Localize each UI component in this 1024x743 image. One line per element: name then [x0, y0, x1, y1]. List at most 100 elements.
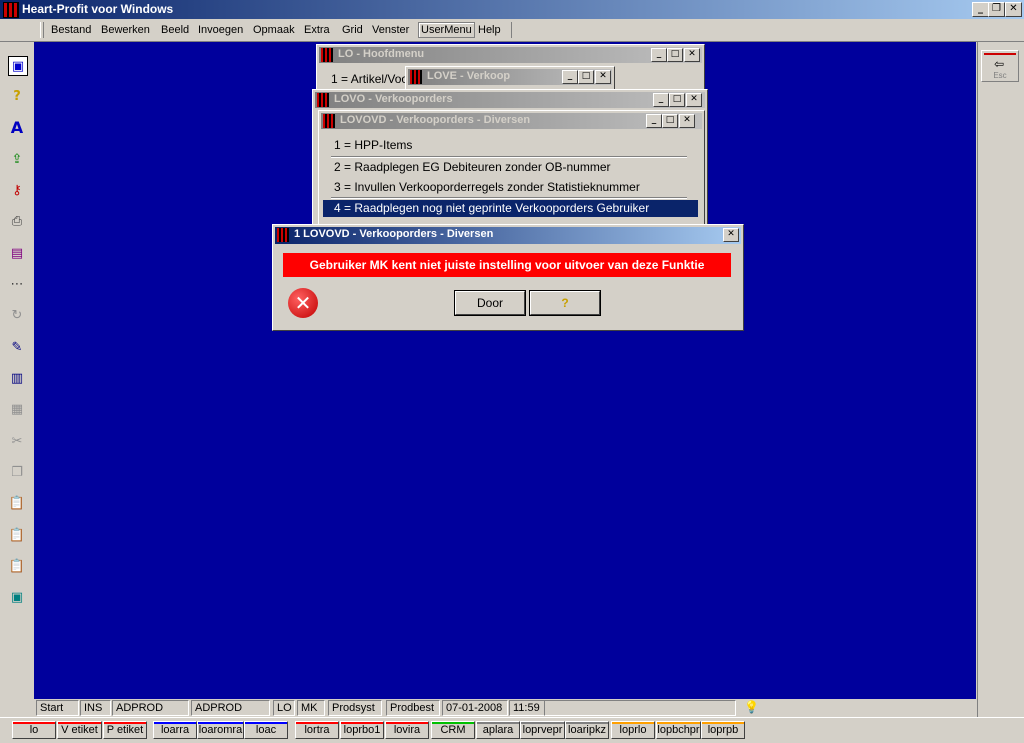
minimize-button[interactable]: _	[972, 2, 989, 17]
window-diversen[interactable]: LOVOVD - Verkooporders - Diversen _ □ ✕ …	[318, 110, 705, 228]
diversen-close-button[interactable]: ✕	[679, 114, 695, 128]
task-color-bar	[612, 722, 654, 724]
menu-invoegen[interactable]: Invoegen	[198, 24, 243, 36]
diversen-item-4[interactable]: 4 = Raadplegen nog niet geprinte Verkoop…	[334, 201, 649, 215]
task-color-bar	[386, 722, 428, 724]
task-lopbchpr[interactable]: lopbchpr	[656, 721, 701, 739]
cut-icon[interactable]: ✂	[8, 432, 26, 450]
hoofdmenu-item-1[interactable]: 1 = Artikel/Voo	[331, 72, 408, 86]
error-dialog-icon	[277, 228, 289, 242]
menu-grid[interactable]: Grid	[342, 24, 363, 36]
menu-bar: Bestand Bewerken Beeld Invoegen Opmaak E…	[0, 19, 1024, 42]
menu-venster[interactable]: Venster	[372, 24, 409, 36]
task-loprbo1[interactable]: loprbo1	[340, 721, 384, 739]
task-color-bar	[245, 722, 287, 724]
diversen-separator	[331, 197, 687, 199]
task-loprvepr[interactable]: loprvepr	[520, 721, 565, 739]
menu-opmaak[interactable]: Opmaak	[253, 24, 295, 36]
verkoop-maximize-button[interactable]: □	[578, 70, 594, 84]
task-bar: lo V etiket P etiket loarra loaromra loa…	[0, 717, 1024, 743]
font-icon[interactable]: A	[8, 118, 26, 137]
verkooporders-minimize-button[interactable]: _	[653, 93, 669, 107]
menu-end-separator	[511, 22, 512, 38]
task-color-bar	[13, 722, 55, 724]
diversen-window-icon	[323, 114, 335, 128]
window-icon[interactable]: ▣	[8, 56, 28, 76]
diversen-item-1[interactable]: 1 = HPP-Items	[334, 138, 412, 152]
hoofdmenu-window-icon	[321, 48, 333, 62]
task-loprpb[interactable]: loprpb	[701, 721, 745, 739]
menu-extra[interactable]: Extra	[304, 24, 330, 36]
paste-link-icon[interactable]: 📋	[8, 557, 26, 575]
task-lovira[interactable]: lovira	[385, 721, 429, 739]
form-icon[interactable]: ▤	[8, 244, 26, 262]
status-user: MK	[297, 700, 325, 716]
task-color-bar	[58, 722, 101, 724]
key-icon[interactable]: ⚷	[8, 181, 26, 199]
task-color-bar	[341, 722, 383, 724]
task-loprlo[interactable]: loprlo	[611, 721, 655, 739]
chart-icon[interactable]: ▥	[8, 369, 26, 387]
task-loaripkz[interactable]: loaripkz	[565, 721, 609, 739]
hoofdmenu-title: LO - Hoofdmenu	[338, 48, 425, 60]
task-v-etiket[interactable]: V etiket	[57, 721, 102, 739]
lightbulb-icon: 💡	[744, 700, 759, 714]
task-color-bar	[521, 722, 564, 724]
print-icon[interactable]: ⎙	[8, 212, 26, 230]
error-dialog-title-bar: 1 LOVOVD - Verkooporders - Diversen ✕	[275, 227, 741, 244]
task-p-etiket[interactable]: P etiket	[103, 721, 147, 739]
error-icon: ✕	[288, 288, 318, 318]
task-crm[interactable]: CRM	[431, 721, 475, 739]
menu-usermenu[interactable]: UserMenu	[418, 22, 475, 38]
screen-icon[interactable]: ▣	[8, 588, 26, 606]
diversen-maximize-button[interactable]: □	[662, 114, 678, 128]
verkooporders-title: LOVO - Verkooporders	[334, 93, 453, 105]
diversen-item-3[interactable]: 3 = Invullen Verkooporderregels zonder S…	[334, 180, 640, 194]
error-dialog[interactable]: 1 LOVOVD - Verkooporders - Diversen ✕ Ge…	[272, 224, 744, 331]
error-dialog-close-button[interactable]: ✕	[723, 228, 739, 242]
back-arrow-icon: ⇦	[994, 57, 1005, 71]
paste-special-icon[interactable]: 📋	[8, 526, 26, 544]
status-adprod-1: ADPROD	[112, 700, 189, 716]
esc-bar	[984, 53, 1016, 55]
restore-button[interactable]: ❐	[988, 2, 1005, 17]
task-loac[interactable]: loac	[244, 721, 288, 739]
close-button[interactable]: ✕	[1005, 2, 1022, 17]
task-loarra[interactable]: loarra	[153, 721, 197, 739]
app-title: Heart-Profit voor Windows	[22, 2, 174, 16]
task-lo[interactable]: lo	[12, 721, 56, 739]
copy-icon[interactable]: ❐	[8, 463, 26, 481]
left-toolbar: ▣ ? A ⇪ ⚷ ⎙ ▤ ⋯ ↻ ✎ ▥ ▦ ✂ ❐ 📋 📋 📋 ▣	[0, 42, 34, 717]
help-icon[interactable]: ?	[8, 87, 26, 105]
paste-icon[interactable]: 📋	[8, 494, 26, 512]
task-loaromra[interactable]: loaromra	[197, 721, 244, 739]
hoofdmenu-minimize-button[interactable]: _	[651, 48, 667, 62]
verkoop-minimize-button[interactable]: _	[562, 70, 578, 84]
hoofdmenu-maximize-button[interactable]: □	[667, 48, 683, 62]
grid-icon[interactable]: ▦	[8, 400, 26, 418]
status-time: 11:59	[509, 700, 545, 716]
status-lo: LO	[273, 700, 295, 716]
export-icon[interactable]: ⇪	[8, 150, 26, 168]
verkooporders-maximize-button[interactable]: □	[669, 93, 685, 107]
window-verkoop[interactable]: LOVE - Verkoop _ □ ✕	[405, 66, 615, 90]
menu-beeld[interactable]: Beeld	[161, 24, 189, 36]
diversen-minimize-button[interactable]: _	[646, 114, 662, 128]
esc-button[interactable]: ⇦ Esc	[981, 50, 1019, 82]
verkooporders-title-bar: LOVO - Verkooporders _ □ ✕	[315, 92, 705, 108]
menu-bewerken[interactable]: Bewerken	[101, 24, 150, 36]
verkooporders-close-button[interactable]: ✕	[686, 93, 702, 107]
edit-icon[interactable]: ✎	[8, 338, 26, 356]
refresh-icon[interactable]: ↻	[8, 306, 26, 324]
diversen-item-2[interactable]: 2 = Raadplegen EG Debiteuren zonder OB-n…	[334, 160, 611, 174]
menu-bestand[interactable]: Bestand	[51, 24, 91, 36]
task-lortra[interactable]: lortra	[295, 721, 339, 739]
help-button[interactable]: ?	[530, 291, 600, 315]
door-button[interactable]: Door	[455, 291, 525, 315]
task-color-bar	[477, 722, 519, 724]
verkoop-close-button[interactable]: ✕	[595, 70, 611, 84]
menu-help[interactable]: Help	[478, 24, 501, 36]
dots-icon[interactable]: ⋯	[8, 275, 26, 293]
hoofdmenu-close-button[interactable]: ✕	[684, 48, 700, 62]
task-aplara[interactable]: aplara	[476, 721, 520, 739]
